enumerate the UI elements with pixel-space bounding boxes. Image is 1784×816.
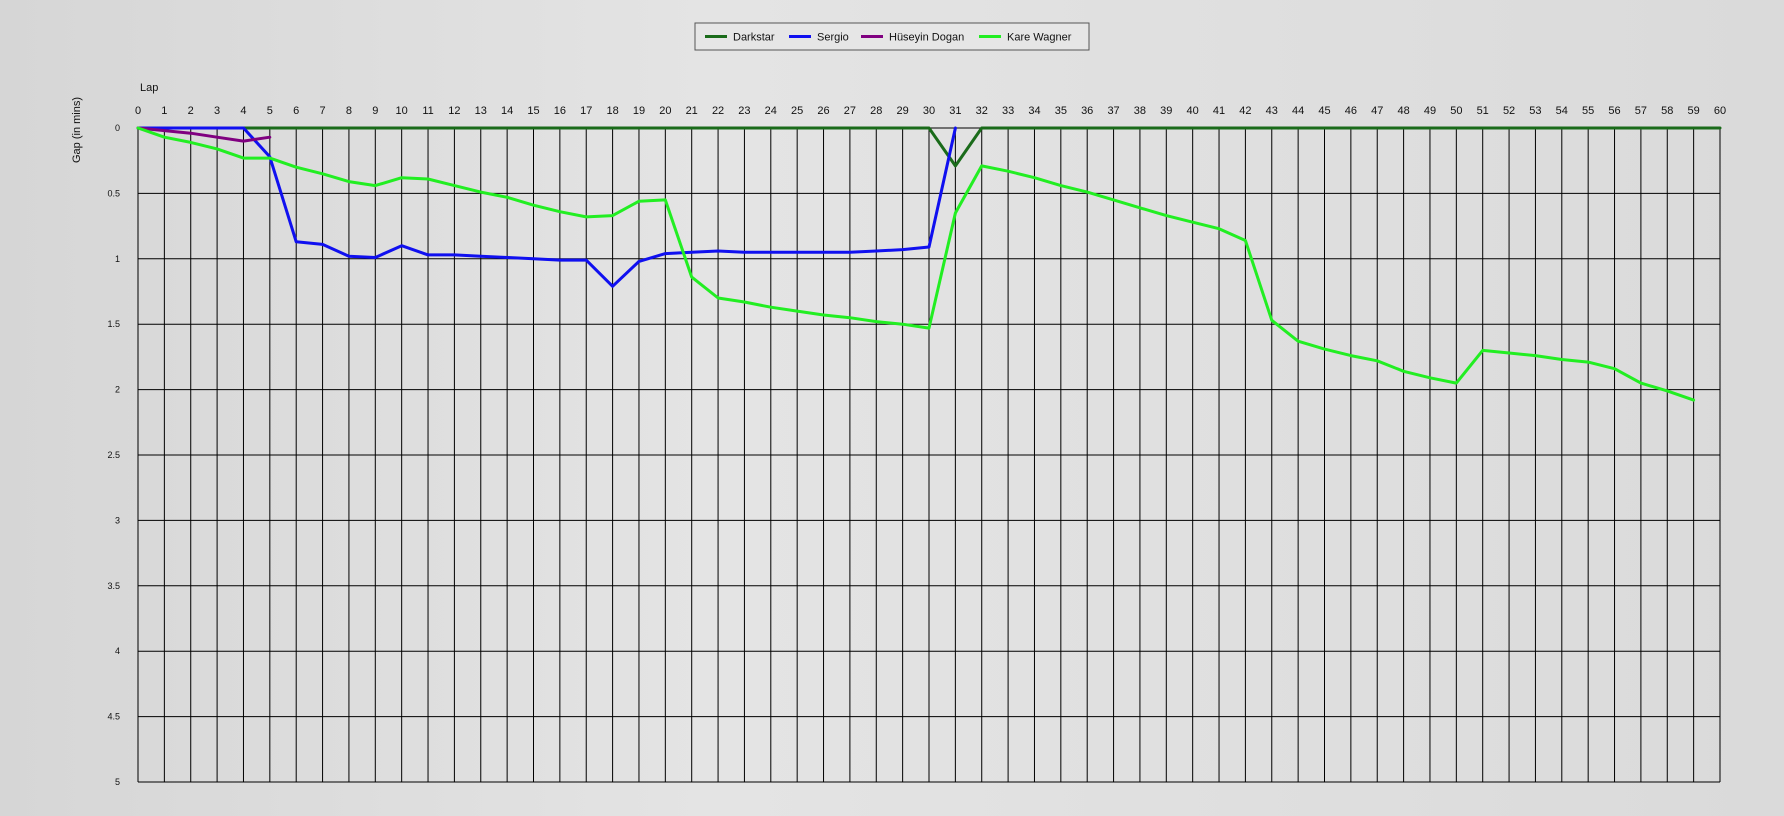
x-tick-label: 60 bbox=[1714, 105, 1726, 117]
x-tick-label: 25 bbox=[791, 105, 803, 117]
x-tick-label: 31 bbox=[949, 105, 961, 117]
x-axis-title: Lap bbox=[140, 82, 158, 94]
y-tick-label: 1 bbox=[115, 254, 120, 264]
x-tick-label: 48 bbox=[1397, 105, 1409, 117]
y-tick-label: 1.5 bbox=[107, 319, 120, 329]
x-tick-label: 42 bbox=[1239, 105, 1251, 117]
x-tick-label: 6 bbox=[293, 105, 299, 117]
x-tick-label: 33 bbox=[1002, 105, 1014, 117]
x-tick-label: 14 bbox=[501, 105, 513, 117]
x-tick-label: 18 bbox=[606, 105, 618, 117]
x-tick-label: 9 bbox=[372, 105, 378, 117]
x-tick-label: 57 bbox=[1635, 105, 1647, 117]
x-tick-label: 30 bbox=[923, 105, 935, 117]
x-tick-label: 52 bbox=[1503, 105, 1515, 117]
plot-grid bbox=[137, 127, 1721, 783]
y-axis-title: Gap (in mins) bbox=[71, 97, 83, 163]
x-tick-label: 41 bbox=[1213, 105, 1225, 117]
x-tick-label: 34 bbox=[1028, 105, 1040, 117]
x-tick-label: 15 bbox=[527, 105, 539, 117]
y-tick-label: 4.5 bbox=[107, 712, 120, 722]
x-tick-label: 54 bbox=[1556, 105, 1568, 117]
x-tick-label: 56 bbox=[1608, 105, 1620, 117]
x-tick-label: 37 bbox=[1107, 105, 1119, 117]
series-line-3 bbox=[136, 126, 1696, 402]
x-tick-label: 40 bbox=[1187, 105, 1199, 117]
legend-label: Sergio bbox=[817, 32, 849, 44]
x-tick-label: 4 bbox=[240, 105, 246, 117]
y-tick-label: 0 bbox=[115, 123, 120, 133]
x-tick-label: 29 bbox=[897, 105, 909, 117]
x-tick-label: 38 bbox=[1134, 105, 1146, 117]
x-tick-label: 24 bbox=[765, 105, 777, 117]
x-tick-label: 32 bbox=[976, 105, 988, 117]
y-tick-label: 3.5 bbox=[107, 581, 120, 591]
x-tick-label: 20 bbox=[659, 105, 671, 117]
x-tick-label: 43 bbox=[1266, 105, 1278, 117]
y-tick-label: 0.5 bbox=[107, 188, 120, 198]
x-tick-label: 13 bbox=[475, 105, 487, 117]
x-tick-label: 11 bbox=[422, 105, 433, 117]
x-tick-label: 21 bbox=[686, 105, 698, 117]
x-tick-label: 53 bbox=[1529, 105, 1541, 117]
x-tick-label: 28 bbox=[870, 105, 882, 117]
x-tick-label: 59 bbox=[1688, 105, 1700, 117]
x-tick-label: 50 bbox=[1450, 105, 1462, 117]
y-tick-label: 2.5 bbox=[107, 450, 120, 460]
x-tick-label: 45 bbox=[1318, 105, 1330, 117]
x-tick-label: 44 bbox=[1292, 105, 1304, 117]
y-tick-label: 3 bbox=[115, 515, 120, 525]
x-tick-label: 3 bbox=[214, 105, 220, 117]
legend: Darkstar Sergio Hüseyin Dogan Kare Wagner bbox=[694, 22, 1090, 51]
legend-label: Kare Wagner bbox=[1007, 32, 1072, 44]
x-tick-label: 58 bbox=[1661, 105, 1673, 117]
legend-label: Darkstar bbox=[733, 32, 775, 44]
x-tick-label: 35 bbox=[1055, 105, 1067, 117]
x-tick-label: 49 bbox=[1424, 105, 1436, 117]
x-tick-label: 7 bbox=[320, 105, 326, 117]
y-tick-label: 5 bbox=[115, 777, 120, 787]
x-tick-label: 22 bbox=[712, 105, 724, 117]
x-tick-label: 5 bbox=[267, 105, 273, 117]
y-tick-labels: 0 0.5 1 1.5 2 2.5 3 3.5 4 4.5 5 bbox=[107, 123, 120, 787]
x-tick-label: 26 bbox=[817, 105, 829, 117]
y-tick-label: 2 bbox=[115, 385, 120, 395]
x-tick-label: 19 bbox=[633, 105, 645, 117]
x-tick-label: 16 bbox=[554, 105, 566, 117]
x-tick-label: 36 bbox=[1081, 105, 1093, 117]
x-tick-label: 23 bbox=[738, 105, 750, 117]
x-tick-label: 47 bbox=[1371, 105, 1383, 117]
x-tick-label: 17 bbox=[580, 105, 592, 117]
x-tick-label: 1 bbox=[161, 105, 167, 117]
y-tick-label: 4 bbox=[115, 646, 120, 656]
x-tick-label: 27 bbox=[844, 105, 856, 117]
x-tick-label: 55 bbox=[1582, 105, 1594, 117]
x-tick-label: 10 bbox=[396, 105, 408, 117]
x-tick-label: 8 bbox=[346, 105, 352, 117]
gap-chart: Darkstar Sergio Hüseyin Dogan Kare Wagner L… bbox=[71, 22, 1726, 787]
x-tick-label: 51 bbox=[1477, 105, 1489, 117]
x-tick-label: 12 bbox=[448, 105, 460, 117]
x-tick-label: 0 bbox=[135, 105, 141, 117]
legend-label: Hüseyin Dogan bbox=[889, 32, 964, 44]
x-tick-labels: 0 1 2 3 4 5 6 7 8 9 10 11 12 13 14 15 16 17 18 19 20 21 22 23 24… bbox=[135, 105, 1726, 117]
x-tick-label: 39 bbox=[1160, 105, 1172, 117]
x-tick-label: 2 bbox=[188, 105, 194, 117]
x-tick-label: 46 bbox=[1345, 105, 1357, 117]
